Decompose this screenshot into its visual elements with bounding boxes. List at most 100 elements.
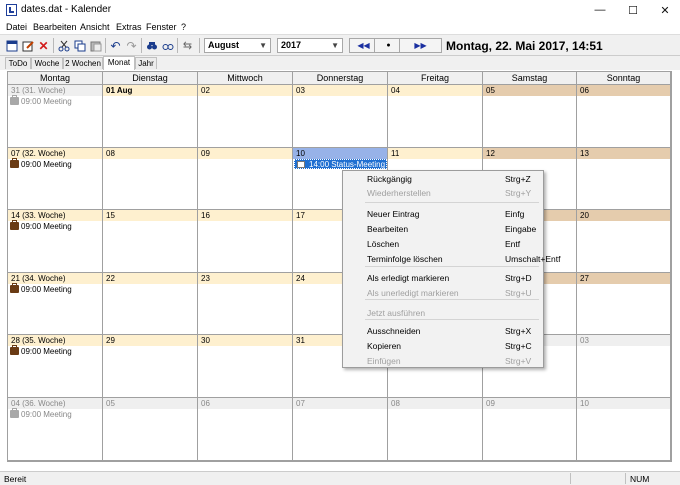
context-menu-item[interactable]: Terminfolge löschen Umschalt+Entf <box>343 252 561 266</box>
context-menu-item[interactable]: Wiederherstellen Strg+Y <box>343 186 543 200</box>
calendar-event[interactable]: 09:00 Meeting <box>10 95 72 107</box>
calendar-app-icon[interactable] <box>6 4 17 16</box>
tab-woche[interactable]: Woche <box>31 57 63 69</box>
calendar-day-cell[interactable]: 13 <box>577 147 671 211</box>
event-label: 09:00 Meeting <box>21 347 72 357</box>
menu-item-label: Löschen <box>367 239 400 249</box>
day-number: 10 <box>577 398 670 409</box>
calendar-day-cell[interactable]: 03 <box>293 85 388 148</box>
calendar-day-cell[interactable]: 05 <box>483 85 577 148</box>
calendar-day-cell[interactable]: 04 <box>388 85 483 148</box>
tab-todo[interactable]: ToDo <box>5 57 31 69</box>
selected-calendar-event[interactable]: 14:00 Status-Meeting <box>294 158 387 169</box>
menu-extras[interactable]: Extras <box>116 22 142 32</box>
day-number: 07 (32. Woche) <box>8 147 102 159</box>
menu-item-label: Einfügen <box>367 356 401 366</box>
calendar-day-cell[interactable]: 09 <box>483 398 577 461</box>
calendar-day-cell[interactable]: 10 <box>577 398 671 461</box>
menu-item-label: Als unerledigt markieren <box>367 288 459 298</box>
calendar-event[interactable]: 09:00 Meeting <box>10 220 72 232</box>
day-number: 06 <box>198 398 292 409</box>
menu-datei[interactable]: Datei <box>6 22 27 32</box>
next-month-button[interactable]: ▶▶ <box>399 38 442 53</box>
calendar-day-cell[interactable]: 08 <box>388 398 483 461</box>
context-menu-item[interactable]: Kopieren Strg+C <box>343 339 543 353</box>
month-select[interactable]: August ▼ <box>204 38 271 53</box>
copy-icon[interactable] <box>73 39 86 52</box>
calendar-day-cell[interactable]: 07 <box>293 398 388 461</box>
day-number: 28 (35. Woche) <box>8 335 102 347</box>
calendar-event[interactable]: 09:00 Meeting <box>10 157 72 170</box>
context-menu-item[interactable]: Löschen Entf <box>343 237 543 251</box>
menu-fenster[interactable]: Fenster <box>146 22 177 32</box>
calendar-day-cell[interactable]: 06 <box>577 85 671 148</box>
close-button[interactable]: ✕ <box>649 0 680 20</box>
view-tabs: ToDo Woche 2 Wochen Monat Jahr <box>0 56 680 70</box>
year-select[interactable]: 2017 ▼ <box>277 38 343 53</box>
calendar-view-icon[interactable] <box>5 39 18 52</box>
calendar-event[interactable]: 09:00 Meeting <box>10 408 72 420</box>
calendar-day-cell[interactable]: 06 <box>198 398 293 461</box>
context-menu-item[interactable]: Rückgängig Strg+Z <box>343 172 543 186</box>
paste-icon[interactable] <box>89 39 102 52</box>
calendar-day-cell[interactable]: 15 <box>103 210 198 273</box>
calendar-event[interactable]: 09:00 Meeting <box>10 345 72 357</box>
undo-icon[interactable]: ↶ <box>109 39 122 53</box>
swap-icon[interactable]: ⇆ <box>181 39 194 52</box>
maximize-button[interactable]: ☐ <box>617 0 649 20</box>
tab-monat[interactable]: Monat <box>103 56 135 70</box>
calendar-day-cell[interactable]: 03 <box>577 335 671 398</box>
calendar-day-cell[interactable]: 09 <box>198 147 293 211</box>
find-next-icon[interactable] <box>161 39 174 52</box>
tab-jahr[interactable]: Jahr <box>135 57 157 69</box>
calendar-day-cell[interactable]: 21 (34. Woche) 09:00 Meeting <box>8 272 103 336</box>
calendar-day-cell[interactable]: 20 <box>577 210 671 273</box>
context-menu-item[interactable]: Bearbeiten Eingabe <box>343 222 543 236</box>
context-menu-item[interactable]: Jetzt ausführen <box>343 306 543 320</box>
delete-icon[interactable]: ✕ <box>37 39 50 53</box>
menu-ansicht[interactable]: Ansicht <box>80 22 110 32</box>
day-number: 10 <box>293 147 387 159</box>
day-header-3: Donnerstag <box>293 72 388 85</box>
calendar-day-cell[interactable]: 22 <box>103 272 198 336</box>
menu-bearbeiten[interactable]: Bearbeiten <box>33 22 77 32</box>
cut-icon[interactable] <box>57 39 70 52</box>
menu-item-shortcut: Strg+C <box>505 341 532 351</box>
menu-help[interactable]: ? <box>181 22 186 32</box>
day-number: 29 <box>103 335 197 347</box>
day-number: 06 <box>577 85 670 96</box>
calendar-day-cell[interactable]: 23 <box>198 272 293 336</box>
context-menu-item[interactable]: Als unerledigt markieren Strg+U <box>343 286 543 300</box>
day-header-2: Mittwoch <box>198 72 293 85</box>
calendar-day-cell[interactable]: 27 <box>577 272 671 336</box>
minimize-button[interactable]: — <box>584 0 616 20</box>
context-menu-item[interactable]: Ausschneiden Strg+X <box>343 324 543 338</box>
current-datetime: Montag, 22. Mai 2017, 14:51 <box>446 39 603 53</box>
menu-item-shortcut: Strg+D <box>505 273 532 283</box>
calendar-day-cell[interactable]: 04 (36. Woche) 09:00 Meeting <box>8 398 103 461</box>
context-menu-item[interactable]: Als erledigt markieren Strg+D <box>343 271 543 285</box>
menu-item-shortcut: Umschalt+Entf <box>505 254 561 264</box>
calendar-day-cell[interactable]: 02 <box>198 85 293 148</box>
context-menu-item[interactable]: Einfügen Strg+V <box>343 354 543 368</box>
find-icon[interactable] <box>145 39 158 52</box>
calendar-day-cell[interactable]: 30 <box>198 335 293 398</box>
calendar-day-cell[interactable]: 07 (32. Woche) 09:00 Meeting <box>8 147 103 211</box>
calendar-day-cell[interactable]: 28 (35. Woche) 09:00 Meeting <box>8 335 103 398</box>
redo-icon[interactable]: ↷ <box>125 39 138 53</box>
calendar-day-cell[interactable]: 29 <box>103 335 198 398</box>
calendar-day-cell[interactable]: 08 <box>103 147 198 211</box>
calendar-day-cell[interactable]: 16 <box>198 210 293 273</box>
calendar-day-cell[interactable]: 14 (33. Woche) 09:00 Meeting <box>8 210 103 273</box>
calendar-event[interactable]: 09:00 Meeting <box>10 282 72 295</box>
calendar-day-cell[interactable]: 01 Aug <box>103 85 198 148</box>
edit-icon[interactable] <box>21 39 34 52</box>
appointment-icon <box>297 160 305 168</box>
day-header-0: Montag <box>8 72 103 85</box>
calendar-day-cell[interactable]: 31 (31. Woche) 09:00 Meeting <box>8 85 103 148</box>
day-header-4: Freitag <box>388 72 483 85</box>
tab-2-wochen[interactable]: 2 Wochen <box>63 57 103 69</box>
day-number: 09 <box>198 147 292 159</box>
context-menu-item[interactable]: Neuer Eintrag Einfg <box>343 207 543 221</box>
calendar-day-cell[interactable]: 05 <box>103 398 198 461</box>
